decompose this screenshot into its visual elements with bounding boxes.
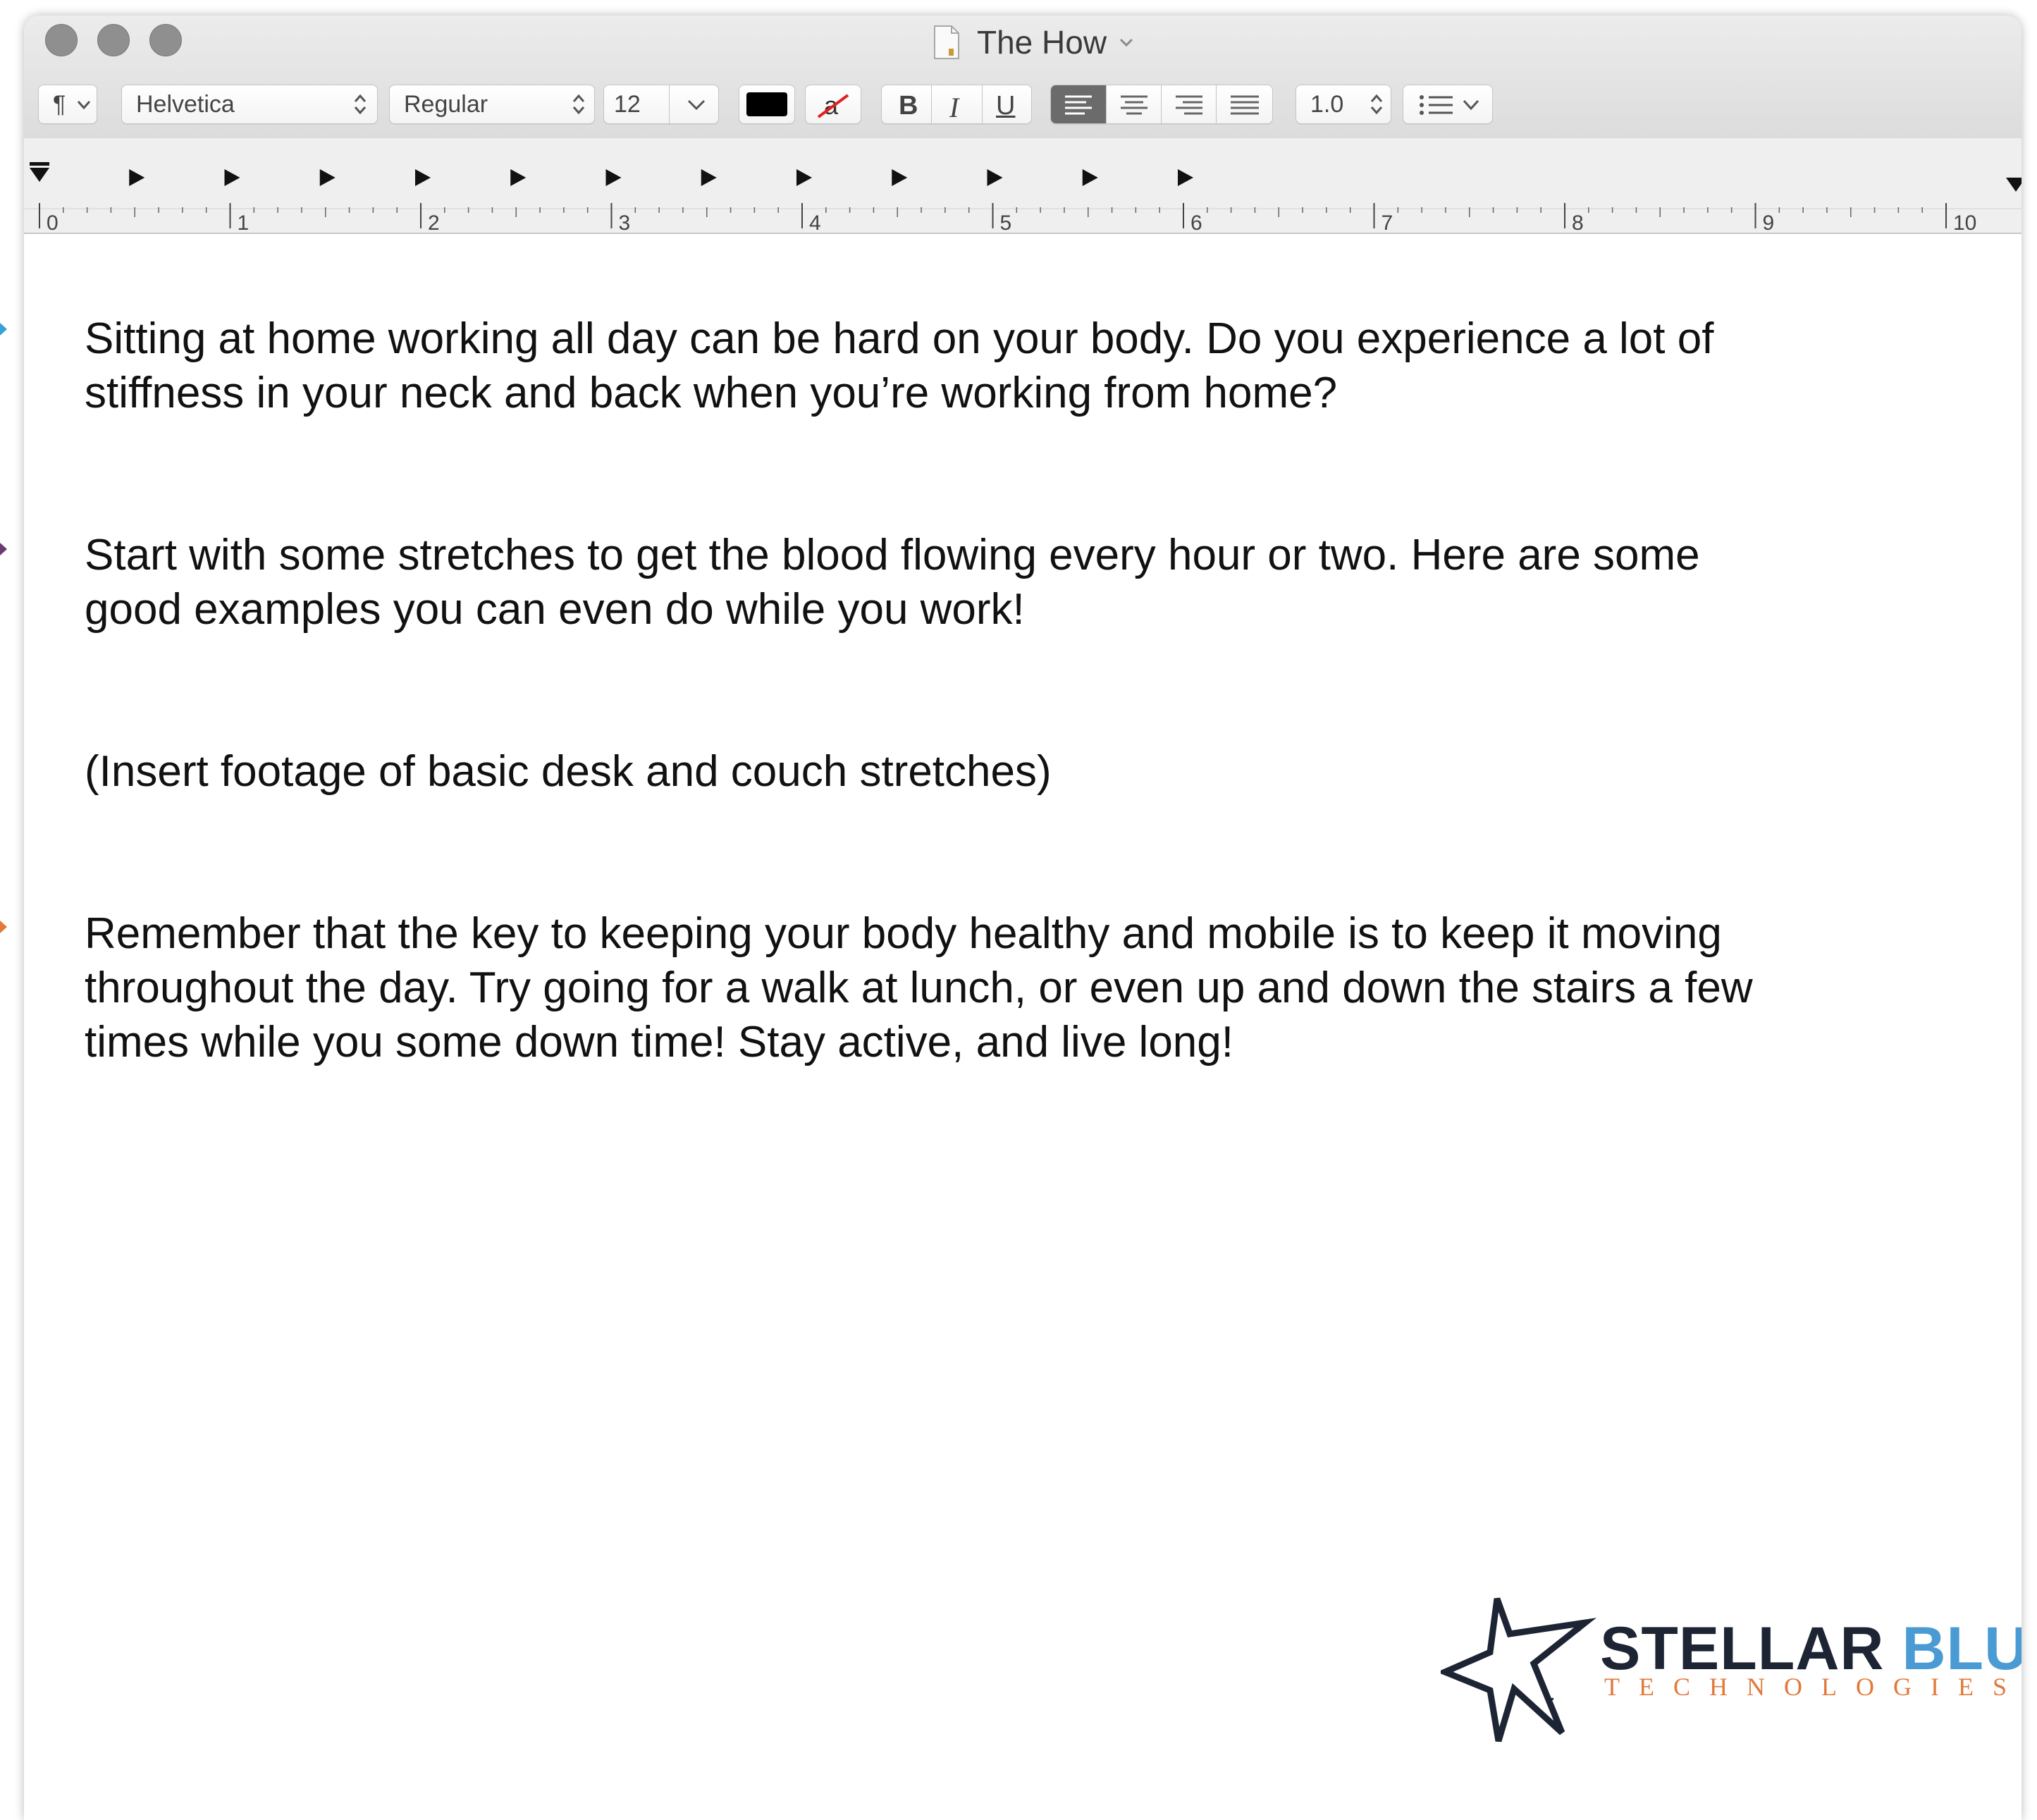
star-logo-icon [1441, 1597, 1596, 1742]
ruler-number: 7 [1381, 211, 1393, 234]
align-right-icon [1176, 95, 1202, 115]
tab-stop-marker [987, 169, 1003, 186]
stepper-arrows-icon [572, 94, 585, 115]
tab-stop-marker [129, 169, 145, 186]
tab-stop-marker [224, 169, 240, 186]
text-color-well[interactable] [739, 85, 795, 124]
style-divider [931, 85, 932, 123]
list-style-menu[interactable] [1403, 85, 1493, 124]
font-family-value: Helvetica [136, 90, 235, 118]
format-toolbar: ¶ Helvetica Regular 12 a B I U 1.0 [24, 85, 2021, 134]
justify-icon [1231, 95, 1259, 115]
document-body[interactable]: Sitting at home working all day can be h… [85, 312, 1931, 1069]
margin-marker [0, 323, 7, 336]
tab-stop-marker [1178, 169, 1193, 186]
svg-text:a: a [824, 91, 839, 120]
stepper-arrows-icon [354, 94, 367, 115]
margin-marker [0, 921, 7, 933]
ruler-number: 1 [238, 211, 250, 234]
ruler-ticks: 0 1 2 3 4 5 6 7 8 9 10 [24, 162, 2021, 234]
paragraph-2[interactable]: Start with some stretches to get the blo… [85, 528, 1931, 637]
bold-button[interactable]: B [899, 91, 918, 121]
zoom-button[interactable] [149, 24, 182, 56]
paragraph-1[interactable]: Sitting at home working all day can be h… [85, 312, 1931, 420]
tab-stop-marker [701, 169, 717, 186]
tab-stop-marker [415, 169, 431, 186]
margin-marker [0, 543, 7, 555]
font-style-select[interactable]: Regular [389, 85, 595, 124]
minimize-button[interactable] [97, 24, 130, 56]
stepper-arrows-icon [1370, 94, 1383, 115]
alignment-group [1050, 85, 1273, 124]
underline-button[interactable]: U [996, 91, 1015, 121]
align-center-icon [1121, 95, 1147, 115]
font-style-value: Regular [404, 90, 488, 118]
ruler-number: 9 [1763, 211, 1775, 234]
ruler-number: 0 [47, 211, 59, 234]
ruler-number: 5 [1000, 211, 1012, 234]
line-spacing-select[interactable]: 1.0 [1296, 85, 1391, 124]
tab-stop-marker [510, 169, 527, 186]
paragraph-style-icon: ¶ [53, 90, 66, 118]
ruler-number: 8 [1572, 211, 1584, 234]
font-size-value: 12 [614, 90, 641, 118]
highlight-color-icon: a [817, 91, 849, 120]
tab-stop-marker [605, 169, 622, 186]
document-icon [933, 25, 960, 60]
font-size-divider [669, 85, 670, 123]
tab-stop-marker [319, 169, 336, 186]
font-size-combo[interactable]: 12 [603, 85, 719, 124]
paragraph-4[interactable]: Remember that the key to keeping your bo… [85, 906, 1931, 1069]
style-divider [982, 85, 983, 123]
first-line-indent-marker [30, 168, 49, 182]
text-style-group: B I U [881, 85, 1032, 124]
tab-stop-marker [796, 169, 812, 186]
align-left-button[interactable] [1051, 85, 1106, 123]
text-color-swatch [746, 92, 787, 116]
ruler-number: 3 [619, 211, 631, 234]
ruler-number: 10 [1953, 211, 1976, 234]
line-spacing-value: 1.0 [1310, 90, 1344, 118]
ruler-number: 4 [809, 211, 821, 234]
align-right-button[interactable] [1161, 85, 1217, 123]
title-bar: The How ¶ Helvetica Regular 12 a B I U 1… [24, 16, 2021, 138]
close-button[interactable] [45, 24, 78, 56]
textedit-window: The How ¶ Helvetica Regular 12 a B I U 1… [24, 16, 2021, 1820]
font-family-select[interactable]: Helvetica [121, 85, 378, 124]
list-bullets-icon [1420, 95, 1479, 115]
highlight-color-well[interactable]: a [805, 85, 861, 124]
window-title-area[interactable]: The How [933, 21, 1135, 63]
left-indent-marker [30, 162, 49, 166]
tab-stop-marker [892, 169, 908, 186]
window-title: The How [977, 24, 1107, 61]
chevron-down-icon[interactable] [1118, 34, 1135, 51]
align-center-button[interactable] [1106, 85, 1162, 123]
right-margin-marker [2006, 178, 2021, 192]
italic-button[interactable]: I [949, 91, 959, 124]
paragraph-style-menu[interactable]: ¶ [38, 85, 97, 124]
ruler[interactable]: 0 1 2 3 4 5 6 7 8 9 10 [24, 138, 2021, 234]
tab-stop-marker [1082, 169, 1098, 186]
paragraph-3[interactable]: (Insert footage of basic desk and couch … [85, 744, 1931, 799]
chevron-down-icon[interactable] [687, 99, 706, 111]
justify-button[interactable] [1216, 85, 1272, 123]
ruler-number: 2 [428, 211, 440, 234]
logo-tagline: TECHNOLOGIES [1604, 1673, 2021, 1701]
chevron-down-icon [77, 101, 91, 110]
stellar-blue-logo: STELLAR BLUE TECHNOLOGIES [1441, 1593, 2021, 1748]
ruler-number: 6 [1190, 211, 1202, 234]
align-left-icon [1065, 95, 1092, 115]
